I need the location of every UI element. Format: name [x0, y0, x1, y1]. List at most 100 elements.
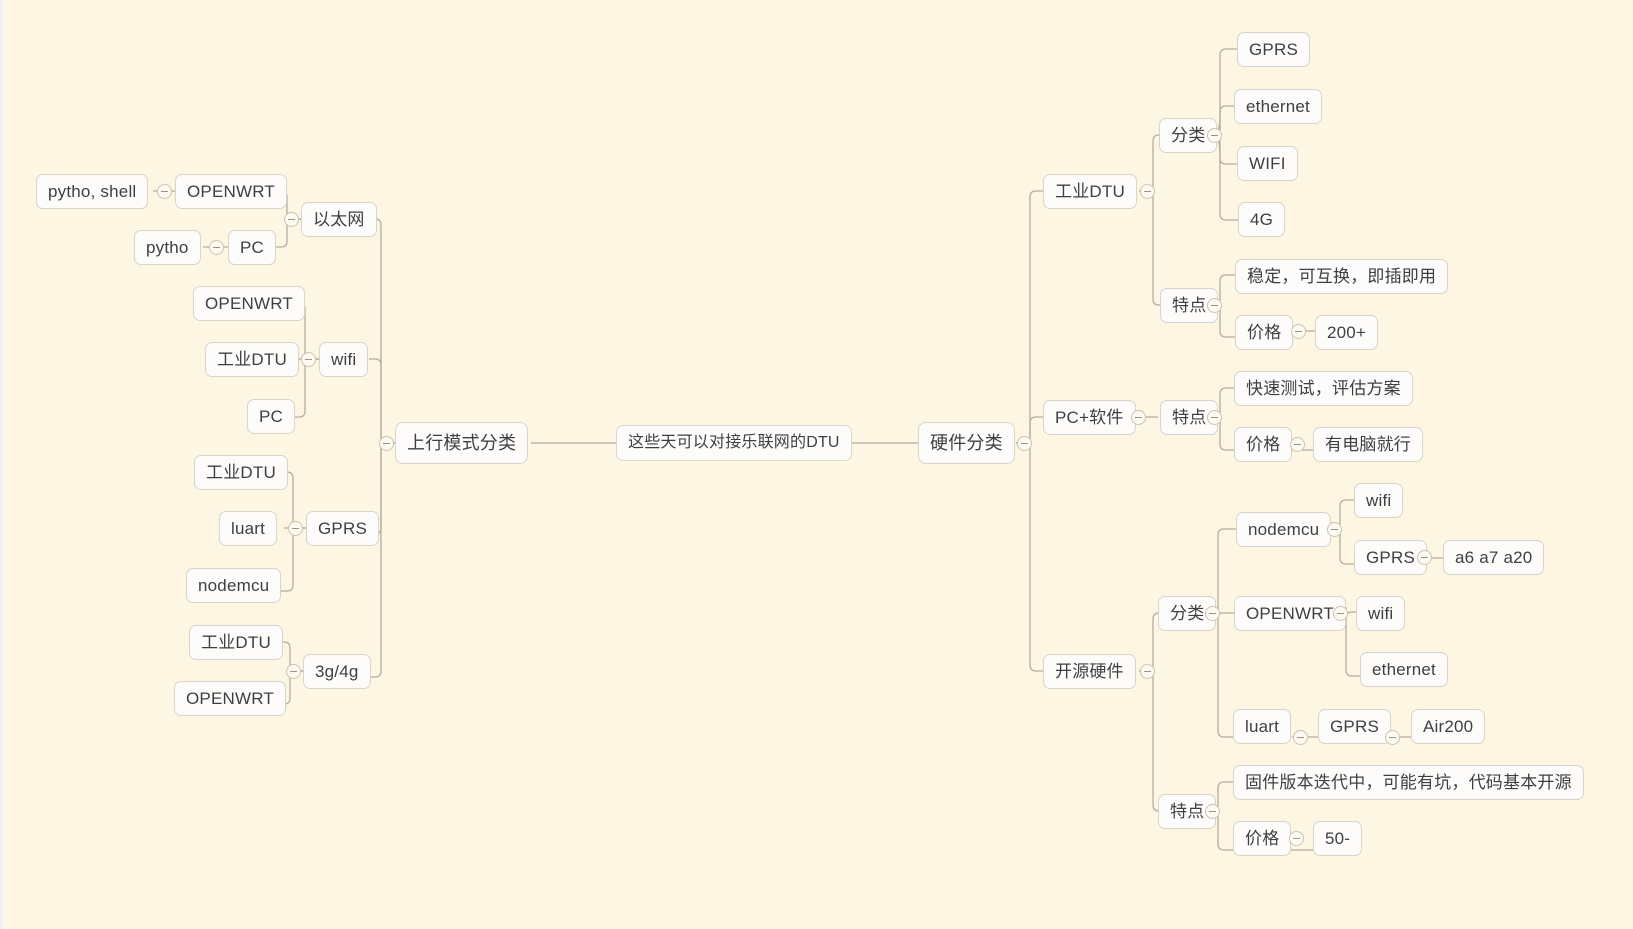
features-open-toggle-icon[interactable]	[1205, 804, 1220, 819]
node-label: OPENWRT	[186, 689, 274, 708]
node-label: 工业DTU	[217, 350, 287, 369]
node-fast-test[interactable]: 快速测试，评估方案	[1234, 371, 1413, 406]
node-price-pc-value[interactable]: 有电脑就行	[1313, 427, 1423, 462]
node-pc-software[interactable]: PC+软件	[1043, 400, 1136, 435]
node-label: Air200	[1423, 717, 1474, 736]
gprs-nodemcu-toggle-icon[interactable]	[1417, 550, 1432, 565]
node-label: nodemcu	[198, 576, 270, 595]
node-openwrt-wifi[interactable]: OPENWRT	[193, 286, 305, 321]
node-price-dtu-value[interactable]: 200+	[1315, 315, 1379, 350]
luart-right-toggle-icon[interactable]	[1293, 730, 1308, 745]
node-label: PC	[259, 407, 284, 426]
node-label: 稳定，可互换，即插即用	[1247, 267, 1437, 286]
node-label: 分类	[1170, 604, 1205, 623]
node-gprs-left[interactable]: GPRS	[306, 511, 379, 546]
price-dtu-toggle-icon[interactable]	[1291, 324, 1306, 339]
category-dtu-toggle-icon[interactable]	[1207, 128, 1222, 143]
node-nodemcu-right[interactable]: nodemcu	[1236, 512, 1332, 547]
node-label: GPRS	[1249, 40, 1298, 59]
node-ethernet-openwrt[interactable]: ethernet	[1360, 652, 1448, 687]
node-label: 固件版本迭代中，可能有坑，代码基本开源	[1245, 773, 1572, 792]
node-openwrt-3g4g[interactable]: OPENWRT	[174, 681, 286, 716]
node-label: OPENWRT	[187, 182, 275, 201]
node-label: 4G	[1250, 210, 1274, 229]
right-root-toggle-icon[interactable]	[1017, 436, 1032, 451]
pytho-shell-toggle-icon[interactable]	[157, 184, 172, 199]
node-label: 50-	[1325, 829, 1351, 848]
node-label: a6 a7 a20	[1455, 548, 1533, 567]
node-stable-swappable[interactable]: 稳定，可互换，即插即用	[1235, 259, 1449, 294]
node-nodemcu-left[interactable]: nodemcu	[186, 568, 282, 603]
node-label: 特点	[1172, 408, 1207, 427]
industrial-dtu-toggle-icon[interactable]	[1140, 184, 1155, 199]
node-label: pytho	[146, 238, 189, 257]
node-gprs-luart[interactable]: GPRS	[1318, 709, 1391, 744]
node-dtu-gprs[interactable]: 工业DTU	[194, 455, 288, 490]
node-ethernet-dtu[interactable]: ethernet	[1234, 89, 1322, 124]
node-price-open[interactable]: 价格	[1233, 821, 1292, 856]
node-label: PC	[240, 238, 265, 257]
node-air200[interactable]: Air200	[1411, 709, 1486, 744]
node-label: 工业DTU	[201, 633, 271, 652]
node-wifi-dtu[interactable]: WIFI	[1237, 146, 1298, 181]
center-topic-node[interactable]: 这些天可以对接乐联网的DTU	[616, 425, 852, 461]
3g4g-toggle-icon[interactable]	[286, 664, 301, 679]
node-wifi-left[interactable]: wifi	[319, 342, 369, 377]
node-pytho[interactable]: pytho	[134, 230, 201, 265]
node-pc-wifi[interactable]: PC	[247, 399, 296, 434]
price-open-toggle-icon[interactable]	[1289, 831, 1304, 846]
node-label: 3g/4g	[315, 662, 359, 681]
left-root-toggle-icon[interactable]	[379, 436, 394, 451]
node-label: WIFI	[1249, 154, 1286, 173]
left-root-label: 上行模式分类	[407, 433, 517, 453]
node-dtu-3g4g[interactable]: 工业DTU	[189, 625, 283, 660]
node-label: 工业DTU	[1055, 182, 1125, 201]
node-gprs-dtu[interactable]: GPRS	[1237, 32, 1310, 67]
node-openwrt-right[interactable]: OPENWRT	[1234, 596, 1346, 631]
node-wifi-openwrt[interactable]: wifi	[1356, 596, 1406, 631]
gprs-luart-toggle-icon[interactable]	[1385, 730, 1400, 745]
openwrt-right-toggle-icon[interactable]	[1333, 606, 1348, 621]
node-open-hardware[interactable]: 开源硬件	[1043, 654, 1136, 689]
node-label: 价格	[1246, 435, 1281, 454]
node-dtu-wifi[interactable]: 工业DTU	[205, 342, 299, 377]
features-dtu-toggle-icon[interactable]	[1207, 298, 1222, 313]
node-4g-dtu[interactable]: 4G	[1238, 202, 1286, 237]
category-open-toggle-icon[interactable]	[1205, 606, 1220, 621]
open-hardware-toggle-icon[interactable]	[1140, 664, 1155, 679]
node-luart-right[interactable]: luart	[1233, 709, 1292, 744]
node-label: wifi	[331, 350, 357, 369]
node-firmware-note[interactable]: 固件版本迭代中，可能有坑，代码基本开源	[1233, 765, 1584, 800]
node-pytho-shell[interactable]: pytho, shell	[36, 174, 149, 209]
node-label: GPRS	[318, 519, 367, 538]
node-pc-ethernet[interactable]: PC	[228, 230, 277, 265]
pc-software-toggle-icon[interactable]	[1131, 410, 1146, 425]
node-price-dtu[interactable]: 价格	[1235, 315, 1294, 350]
right-root-node[interactable]: 硬件分类	[918, 422, 1015, 464]
node-label: PC+软件	[1055, 408, 1124, 427]
node-a6-a7-a20[interactable]: a6 a7 a20	[1443, 540, 1545, 575]
node-label: 开源硬件	[1055, 662, 1124, 681]
center-topic-label: 这些天可以对接乐联网的DTU	[628, 434, 840, 451]
node-label: OPENWRT	[1246, 604, 1334, 623]
pytho-toggle-icon[interactable]	[209, 240, 224, 255]
left-root-node[interactable]: 上行模式分类	[395, 422, 529, 464]
node-label: luart	[231, 519, 266, 538]
node-wifi-nodemcu[interactable]: wifi	[1354, 483, 1404, 518]
gprs-left-toggle-icon[interactable]	[288, 521, 303, 536]
nodemcu-right-toggle-icon[interactable]	[1327, 522, 1342, 537]
node-label: 特点	[1172, 296, 1207, 315]
features-pc-toggle-icon[interactable]	[1207, 410, 1222, 425]
price-pc-toggle-icon[interactable]	[1290, 437, 1305, 452]
node-industrial-dtu[interactable]: 工业DTU	[1043, 174, 1137, 209]
node-label: 以太网	[313, 210, 365, 229]
wifi-left-toggle-icon[interactable]	[301, 352, 316, 367]
node-price-open-value[interactable]: 50-	[1313, 821, 1363, 856]
mindmap-canvas[interactable]: 这些天可以对接乐联网的DTU 上行模式分类 硬件分类 以太网 OPENWRT p…	[0, 0, 1633, 929]
node-luart-left[interactable]: luart	[219, 511, 278, 546]
node-3g4g[interactable]: 3g/4g	[303, 654, 371, 689]
ethernet-cn-toggle-icon[interactable]	[284, 212, 299, 227]
node-price-pc[interactable]: 价格	[1234, 427, 1293, 462]
node-openwrt-ethernet[interactable]: OPENWRT	[175, 174, 287, 209]
node-ethernet-cn[interactable]: 以太网	[301, 202, 377, 237]
